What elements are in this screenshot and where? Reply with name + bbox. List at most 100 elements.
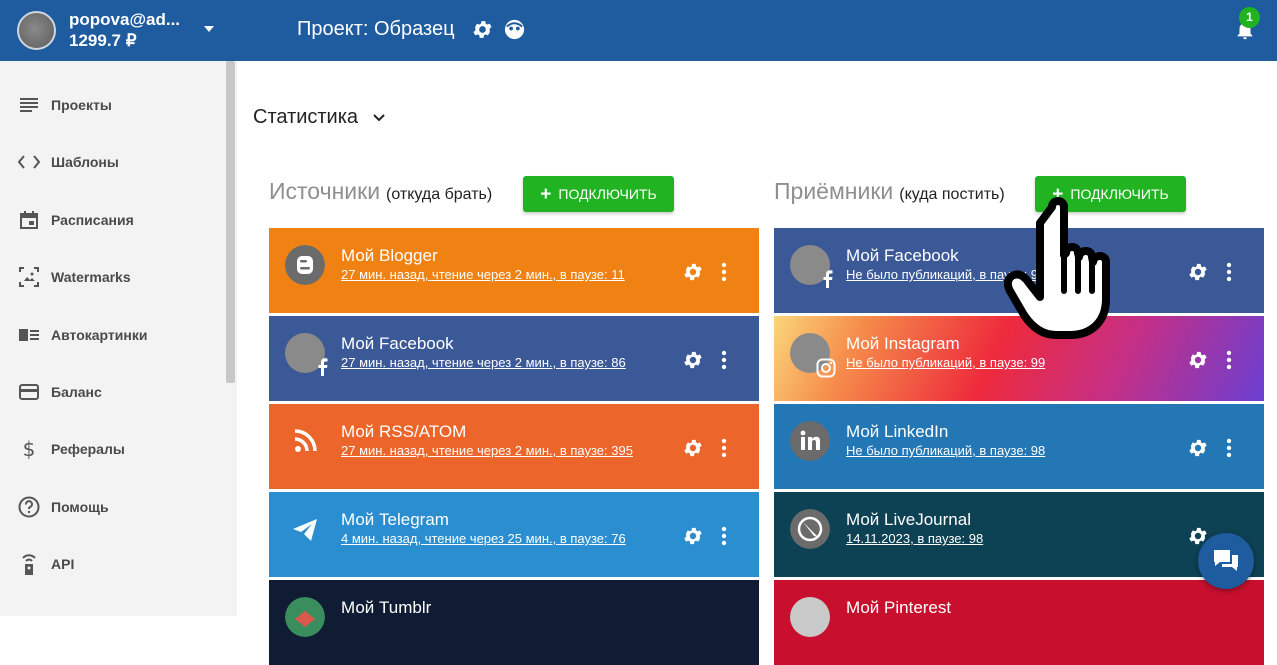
gear-icon[interactable] bbox=[682, 525, 704, 547]
card-status-link[interactable]: 27 мин. назад, чтение через 2 мин., в па… bbox=[341, 355, 626, 370]
statistics-toggle[interactable]: Статистика bbox=[253, 106, 358, 129]
sidebar-item-label: Watermarks bbox=[51, 269, 131, 285]
sidebar-item-api[interactable]: API bbox=[0, 544, 220, 584]
card-title: Мой Instagram bbox=[846, 334, 960, 353]
more-vertical-icon[interactable] bbox=[721, 526, 727, 546]
blogger-icon bbox=[285, 245, 325, 285]
api-icon bbox=[18, 553, 40, 575]
source-card-blogger[interactable]: Мой Blogger 27 мин. назад, чтение через … bbox=[269, 228, 759, 313]
sidebar-item-watermarks[interactable]: Watermarks bbox=[0, 257, 220, 297]
hand-pointer-icon bbox=[1003, 197, 1110, 339]
telegram-icon bbox=[293, 519, 317, 541]
sidebar-item-help[interactable]: Помощь bbox=[0, 487, 220, 527]
card-status-link[interactable]: 27 мин. назад, чтение через 2 мин., в па… bbox=[341, 443, 633, 458]
receiver-card-livejournal[interactable]: Мой LiveJournal 14.11.2023, в паузе: 98 bbox=[774, 492, 1264, 577]
sidebar-scrollbar[interactable] bbox=[226, 61, 235, 383]
more-vertical-icon[interactable] bbox=[721, 438, 727, 458]
source-card-tumblr[interactable]: Мой Tumblr bbox=[269, 580, 759, 665]
more-vertical-icon[interactable] bbox=[1226, 350, 1232, 370]
help-icon bbox=[18, 496, 40, 518]
more-vertical-icon[interactable] bbox=[721, 350, 727, 370]
sources-subtitle: (откуда брать) bbox=[386, 186, 493, 203]
card-status-link[interactable]: 27 мин. назад, чтение через 2 мин., в па… bbox=[341, 267, 625, 282]
facebook-icon bbox=[823, 270, 833, 288]
card-title: Мой LinkedIn bbox=[846, 422, 949, 441]
card-title: Мой LiveJournal bbox=[846, 510, 971, 529]
card-title: Мой Tumblr bbox=[341, 598, 432, 617]
project-title: Проект: Образец bbox=[297, 18, 455, 40]
support-face-icon[interactable] bbox=[503, 18, 526, 41]
chevron-down-icon[interactable] bbox=[372, 111, 386, 125]
sidebar-item-projects[interactable]: Проекты bbox=[0, 85, 220, 125]
calendar-icon bbox=[18, 209, 40, 231]
card-status-link[interactable]: Не было публикаций, в паузе: 98 bbox=[846, 443, 1045, 458]
tumblr-icon bbox=[285, 597, 325, 637]
gear-icon[interactable] bbox=[1187, 349, 1209, 371]
card-status-link[interactable]: Не было публикаций, в паузе: 99 bbox=[846, 355, 1045, 370]
avatar[interactable] bbox=[17, 11, 56, 50]
more-vertical-icon[interactable] bbox=[1226, 262, 1232, 282]
gear-icon[interactable] bbox=[682, 349, 704, 371]
sidebar-item-templates[interactable]: Шаблоны bbox=[0, 142, 220, 182]
sidebar-item-label: API bbox=[51, 556, 75, 572]
card-status-link[interactable]: 14.11.2023, в паузе: 98 bbox=[846, 531, 983, 546]
auto-image-icon bbox=[18, 324, 40, 346]
sidebar-item-label: Шаблоны bbox=[51, 154, 119, 170]
instagram-icon bbox=[816, 358, 836, 378]
sources-heading: Источники (откуда брать) bbox=[269, 178, 492, 205]
user-balance: 1299.7 ₽ bbox=[69, 31, 137, 50]
list-icon bbox=[18, 94, 40, 116]
sidebar-item-autopictures[interactable]: Автокартинки bbox=[0, 315, 220, 355]
source-card-telegram[interactable]: Мой Telegram 4 мин. назад, чтение через … bbox=[269, 492, 759, 577]
card-title: Мой Facebook bbox=[341, 334, 454, 353]
card-title: Мой Pinterest bbox=[846, 598, 952, 617]
plus-icon: + bbox=[540, 183, 552, 205]
gear-icon[interactable] bbox=[1187, 437, 1209, 459]
receivers-title: Приёмники bbox=[774, 178, 894, 204]
sidebar-item-label: Автокартинки bbox=[51, 327, 148, 343]
more-vertical-icon[interactable] bbox=[1226, 438, 1232, 458]
notification-badge: 1 bbox=[1239, 7, 1260, 28]
sidebar-item-label: Проекты bbox=[51, 97, 112, 113]
receiver-card-pinterest[interactable]: Мой Pinterest bbox=[774, 580, 1264, 665]
card-title: Мой RSS/ATOM bbox=[341, 422, 467, 441]
gear-icon[interactable] bbox=[682, 261, 704, 283]
sidebar-item-schedules[interactable]: Расписания bbox=[0, 200, 220, 240]
rss-icon bbox=[294, 429, 317, 452]
receivers-subtitle: (куда постить) bbox=[899, 186, 1005, 203]
credit-card-icon bbox=[18, 381, 40, 403]
pinterest-avatar bbox=[790, 597, 830, 637]
sources-title: Источники bbox=[269, 178, 381, 204]
sidebar-item-label: Расписания bbox=[51, 212, 134, 228]
connect-source-button[interactable]: + ПОДКЛЮЧИТЬ bbox=[523, 176, 674, 212]
sidebar-item-balance[interactable]: Баланс bbox=[0, 372, 220, 412]
sidebar-item-referrals[interactable]: $ Рефералы bbox=[0, 429, 220, 469]
card-status-link[interactable]: 4 мин. назад, чтение через 25 мин., в па… bbox=[341, 531, 626, 546]
user-email[interactable]: popova@ad... bbox=[69, 10, 180, 30]
watermark-icon bbox=[18, 266, 40, 288]
sidebar-item-label: Рефералы bbox=[51, 441, 125, 457]
receiver-card-linkedin[interactable]: Мой LinkedIn Не было публикаций, в паузе… bbox=[774, 404, 1264, 489]
sidebar-item-label: Баланс bbox=[51, 384, 102, 400]
chat-icon bbox=[1214, 550, 1238, 571]
facebook-icon bbox=[318, 358, 328, 376]
receivers-heading: Приёмники (куда постить) bbox=[774, 178, 1005, 205]
source-card-facebook[interactable]: Мой Facebook 27 мин. назад, чтение через… bbox=[269, 316, 759, 401]
more-vertical-icon[interactable] bbox=[721, 262, 727, 282]
connect-label: ПОДКЛЮЧИТЬ bbox=[558, 186, 657, 202]
code-icon bbox=[18, 151, 40, 173]
chevron-down-icon[interactable] bbox=[202, 22, 216, 36]
card-title: Мой Facebook bbox=[846, 246, 959, 265]
gear-icon[interactable] bbox=[1187, 261, 1209, 283]
card-title: Мой Blogger bbox=[341, 246, 438, 265]
livejournal-icon bbox=[790, 509, 830, 549]
source-card-rss[interactable]: Мой RSS/ATOM 27 мин. назад, чтение через… bbox=[269, 404, 759, 489]
dollar-icon: $ bbox=[22, 437, 36, 461]
top-header: popova@ad... 1299.7 ₽ Проект: Образец 1 bbox=[0, 0, 1277, 61]
sidebar-item-label: Помощь bbox=[51, 499, 109, 515]
card-title: Мой Telegram bbox=[341, 510, 449, 529]
gear-icon[interactable] bbox=[471, 18, 494, 41]
gear-icon[interactable] bbox=[682, 437, 704, 459]
linkedin-icon bbox=[790, 421, 830, 461]
chat-button[interactable] bbox=[1198, 533, 1254, 589]
